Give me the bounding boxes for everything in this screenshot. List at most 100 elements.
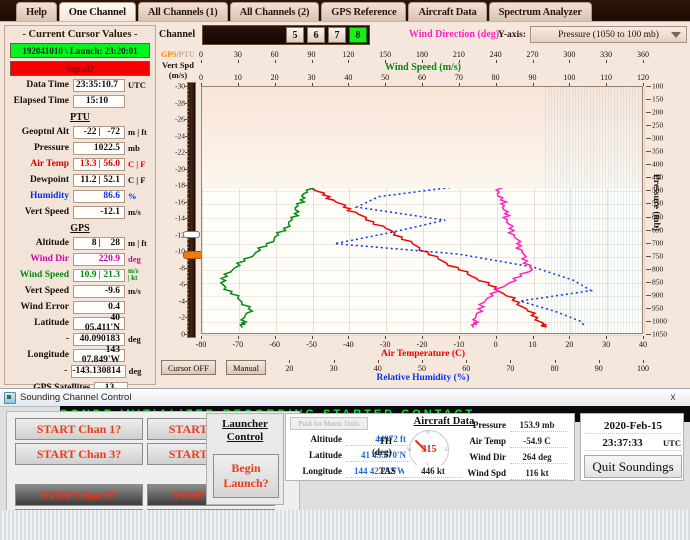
ptu-value-b: 52.1 bbox=[103, 175, 120, 185]
axis-tick-label: 30 bbox=[233, 50, 242, 59]
vert-spd-tick bbox=[185, 334, 189, 335]
axis-tick bbox=[237, 336, 239, 339]
axis-tick-label: 20 bbox=[270, 73, 279, 82]
vert-spd-minor-tick bbox=[187, 98, 189, 100]
vert-spd-tick bbox=[185, 135, 189, 137]
pressure-tick bbox=[646, 320, 651, 322]
begin-launch-button[interactable]: Begin Launch? bbox=[213, 454, 279, 498]
gps-value: 143 07.849'W bbox=[73, 345, 125, 365]
vert-spd-minor-tick bbox=[187, 222, 189, 224]
tab-help[interactable]: Help bbox=[16, 2, 57, 21]
pressure-tick-label: 900 bbox=[652, 290, 664, 300]
axis-tick bbox=[643, 360, 644, 363]
axis-tick-label: 120 bbox=[342, 50, 355, 59]
vert-spd-minor-tick bbox=[187, 172, 189, 174]
axis-tick-label: -70 bbox=[232, 340, 244, 349]
manual-button[interactable]: Manual bbox=[226, 360, 266, 375]
ptu-value: -22 | -72 bbox=[73, 125, 125, 139]
axis-tick-label: 20 bbox=[565, 340, 574, 349]
ptu-row: Geoptnl Alt -22 | -72 m | ft bbox=[9, 125, 151, 139]
tas-value: 446 kt bbox=[404, 465, 462, 478]
axis-tick-label: 70 bbox=[454, 73, 463, 82]
vert-spd-marker-gps[interactable] bbox=[183, 250, 203, 259]
compass-tick-e: E bbox=[445, 448, 449, 453]
channel-button-6[interactable]: 6 bbox=[307, 27, 325, 43]
gps-row: Wind Dir 220.9 deg bbox=[9, 252, 151, 266]
vert-spd-tick-label: -26 bbox=[175, 114, 185, 124]
sonde-id-banner: 192041010 \ Launch: 23:20:01 bbox=[10, 43, 150, 58]
ptu-value-b: 56.0 bbox=[103, 159, 120, 169]
window-title-bar[interactable]: Sounding Channel Control x bbox=[0, 389, 690, 407]
close-icon[interactable]: x bbox=[658, 390, 688, 405]
launcher-control-panel: Launcher Control Begin Launch? bbox=[206, 413, 284, 505]
vert-spd-minor-tick bbox=[187, 288, 189, 290]
axis-tick-label: 80 bbox=[550, 364, 559, 373]
pressure-tick bbox=[646, 294, 651, 296]
axis-tick bbox=[348, 336, 350, 339]
axis-tick bbox=[458, 336, 460, 339]
axis-tick-label: 120 bbox=[637, 73, 649, 82]
axis-tick-label: 40 bbox=[344, 73, 353, 82]
axis-tick bbox=[606, 336, 608, 339]
tab-all-channels-2[interactable]: All Channels (2) bbox=[229, 2, 320, 21]
aircraft-field-value: 153.9 mb bbox=[510, 418, 568, 432]
channel-button-7[interactable]: 7 bbox=[328, 27, 346, 43]
tab-spectrum-analyzer[interactable]: Spectrum Analyzer bbox=[488, 2, 592, 21]
axis-tick-label: 50 bbox=[418, 364, 426, 373]
pressure-tick-label: 950 bbox=[652, 303, 664, 313]
axis-tick-label: 50 bbox=[381, 73, 390, 82]
vert-spd-tick bbox=[185, 284, 189, 286]
cursor-off-button[interactable]: Cursor OFF bbox=[161, 360, 216, 375]
pressure-tick-label: 150 bbox=[652, 94, 664, 104]
channel-button-5[interactable]: 5 bbox=[286, 27, 304, 43]
vert-spd-minor-tick bbox=[187, 197, 189, 199]
pressure-tick-label: 1000 bbox=[652, 316, 667, 326]
axis-tick bbox=[274, 336, 276, 339]
channel-selector-row: Channel 5678 Wind Direction (deg) Y-axis… bbox=[159, 25, 687, 46]
vert-spd-minor-tick bbox=[187, 123, 189, 125]
profile-plot-canvas[interactable] bbox=[201, 86, 645, 336]
channel-button-8[interactable]: 8 bbox=[349, 27, 367, 43]
vert-spd-tick-label: -18 bbox=[175, 180, 185, 190]
axis-tick-label: 300 bbox=[563, 50, 576, 59]
vert-spd-minor-tick bbox=[187, 329, 189, 331]
vert-spd-minor-tick bbox=[187, 296, 189, 298]
channel-5-button[interactable]: STOP Chan 5? bbox=[15, 484, 143, 506]
pressure-tick bbox=[646, 99, 651, 101]
vert-spd-minor-tick bbox=[187, 263, 189, 265]
vert-spd-marker-ptu[interactable] bbox=[183, 230, 200, 238]
tab-all-channels-1[interactable]: All Channels (1) bbox=[137, 2, 228, 21]
axis-tick-label: 90 bbox=[307, 50, 316, 59]
tab-gps-reference[interactable]: GPS Reference bbox=[321, 2, 407, 21]
ptu-row: Humidity 86.6% bbox=[9, 189, 151, 203]
pressure-tick bbox=[646, 125, 651, 127]
channel-3-button[interactable]: START Chan 3? bbox=[15, 443, 143, 465]
pressure-tick-label: 400 bbox=[652, 159, 664, 169]
yaxis-dropdown[interactable]: Pressure (1050 to 100 mb) bbox=[530, 26, 687, 43]
main-panel: - Current Cursor Values - 192041010 \ La… bbox=[0, 21, 690, 424]
aircraft-field-value: 44972 ft bbox=[346, 432, 410, 446]
axis-tick bbox=[510, 360, 512, 363]
ptu-value: 1022.5 bbox=[73, 141, 125, 155]
axis-tick-label: 270 bbox=[526, 50, 539, 59]
gps-rows: Altitude 8 | 28 m | ft Wind Dir 220.9 deg Wind S… bbox=[5, 236, 155, 378]
quit-soundings-button[interactable]: Quit Soundings bbox=[584, 455, 682, 478]
axis-tick-label: 330 bbox=[600, 50, 613, 59]
vert-spd-tick bbox=[185, 267, 189, 269]
ptu-label: Dewpoint bbox=[29, 175, 69, 185]
vert-spd-minor-tick bbox=[187, 94, 189, 96]
launcher-title-line2: Control bbox=[226, 431, 264, 443]
pressure-tick-label: 200 bbox=[652, 107, 664, 117]
pressure-axis-title: Pressure (mb) bbox=[651, 174, 661, 231]
channel-1-button[interactable]: START Chan 1? bbox=[15, 418, 143, 440]
vert-spd-minor-tick bbox=[187, 226, 189, 228]
metric-units-button[interactable]: Push for Metric Units bbox=[290, 417, 368, 430]
tab-aircraft-data[interactable]: Aircraft Data bbox=[408, 2, 487, 21]
vertical-speed-slider[interactable]: -30 -28 -26 -24 -22 -20 -18 -16 -14 -12 -10 -8 -6 -4-… bbox=[163, 82, 203, 339]
axis-tick bbox=[569, 336, 571, 339]
vert-spd-minor-tick bbox=[187, 181, 189, 183]
tab-one-channel[interactable]: One Channel bbox=[58, 2, 136, 21]
vert-spd-tick-label: -22 bbox=[175, 147, 185, 157]
time-value: 23:37:33 bbox=[602, 436, 643, 449]
ptu-row: Pressure 1022.5 mb bbox=[9, 141, 151, 155]
